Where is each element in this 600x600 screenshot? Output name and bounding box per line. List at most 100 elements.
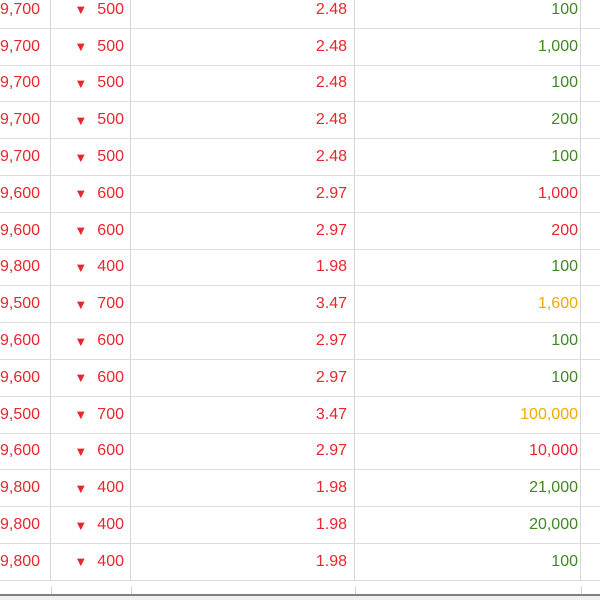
extra-cell (581, 0, 600, 28)
percent-cell: 2.97 (131, 175, 355, 212)
table-row[interactable]: 9,800 ▼ 400 1.98 100 (0, 543, 600, 581)
percent-cell: 2.48 (131, 65, 355, 102)
volume-cell: 100 (355, 0, 581, 28)
change-cell: ▼ 400 (51, 543, 131, 580)
extra-cell (581, 434, 600, 470)
change-cell: ▼ 600 (51, 359, 131, 396)
price-cell: 9,500 (0, 396, 51, 433)
percent-cell: 2.97 (131, 212, 355, 249)
table-row[interactable]: 9,600 ▼ 600 2.97 100 (0, 323, 600, 360)
price-cell: 9,700 (0, 28, 51, 65)
price-cell: 9,700 (0, 102, 51, 139)
price-cell: 9,700 (0, 65, 51, 102)
extra-cell (581, 250, 600, 286)
down-triangle-icon: ▼ (74, 333, 88, 349)
table-row[interactable]: 9,700 ▼ 500 2.48 100 (0, 139, 600, 176)
volume-cell: 21,000 (355, 470, 581, 507)
volume-cell: 100 (355, 249, 581, 286)
change-cell: ▼ 600 (51, 175, 131, 212)
table-row[interactable]: 9,700 ▼ 500 2.48 100 (0, 0, 600, 29)
table-row[interactable]: 9,500 ▼ 700 3.47 1,600 (0, 286, 600, 324)
percent-cell: 2.48 (131, 139, 355, 175)
scroll-boundary-shadow (0, 596, 600, 600)
change-cell: ▼ 700 (51, 396, 131, 433)
extra-cell (581, 360, 600, 396)
change-cell: ▼ 500 (51, 102, 131, 139)
down-triangle-icon: ▼ (74, 112, 88, 128)
volume-cell: 100 (355, 65, 581, 102)
price-cell: 9,500 (0, 286, 51, 323)
percent-cell: 2.97 (131, 359, 355, 396)
change-cell: ▼ 400 (51, 507, 131, 543)
table-row[interactable]: 9,700 ▼ 500 2.48 1,000 (0, 28, 600, 66)
volume-cell: 10,000 (355, 433, 581, 470)
extra-cell (581, 470, 600, 506)
price-cell: 9,600 (0, 433, 51, 470)
change-cell: ▼ 600 (51, 433, 131, 470)
extra-cell (581, 29, 600, 65)
change-cell: ▼ 600 (51, 212, 131, 249)
extra-cell (581, 102, 600, 138)
table-row[interactable]: 9,500 ▼ 700 3.47 100,000 (0, 396, 600, 434)
percent-cell: 2.48 (131, 0, 355, 28)
down-triangle-icon: ▼ (74, 75, 88, 91)
down-triangle-icon: ▼ (74, 39, 88, 55)
table-row[interactable]: 9,600 ▼ 600 2.97 10,000 (0, 433, 600, 471)
price-cell: 9,600 (0, 175, 51, 212)
change-cell: ▼ 500 (51, 0, 131, 28)
table-row[interactable]: 9,800 ▼ 400 1.98 20,000 (0, 507, 600, 544)
price-cell: 9,800 (0, 543, 51, 580)
volume-cell: 100 (355, 323, 581, 359)
table-row[interactable]: 9,600 ▼ 600 2.97 1,000 (0, 175, 600, 213)
percent-cell: 2.97 (131, 323, 355, 359)
table-row[interactable]: 9,800 ▼ 400 1.98 100 (0, 249, 600, 287)
volume-cell: 100 (355, 139, 581, 175)
change-cell: ▼ 500 (51, 139, 131, 175)
down-triangle-icon: ▼ (74, 407, 88, 423)
trade-table: 9,700 ▼ 500 2.48 100 9,700 ▼ 500 2.48 1,… (0, 0, 600, 581)
volume-cell: 20,000 (355, 507, 581, 543)
price-cell: 9,800 (0, 470, 51, 507)
price-cell: 9,600 (0, 212, 51, 249)
volume-cell: 100,000 (355, 396, 581, 433)
change-cell: ▼ 700 (51, 286, 131, 323)
table-row[interactable]: 9,800 ▼ 400 1.98 21,000 (0, 470, 600, 508)
change-cell: ▼ 400 (51, 249, 131, 286)
down-triangle-icon: ▼ (74, 186, 88, 202)
down-triangle-icon: ▼ (74, 480, 88, 496)
down-triangle-icon: ▼ (74, 223, 88, 239)
percent-cell: 2.48 (131, 102, 355, 139)
percent-cell: 1.98 (131, 470, 355, 507)
extra-cell (581, 507, 600, 543)
change-cell: ▼ 400 (51, 470, 131, 507)
volume-cell: 1,000 (355, 28, 581, 65)
extra-cell (581, 544, 600, 580)
table-row[interactable]: 9,600 ▼ 600 2.97 100 (0, 359, 600, 397)
table-row[interactable]: 9,700 ▼ 500 2.48 200 (0, 102, 600, 140)
percent-cell: 1.98 (131, 543, 355, 580)
change-cell: ▼ 500 (51, 65, 131, 102)
percent-cell: 1.98 (131, 249, 355, 286)
volume-cell: 1,000 (355, 175, 581, 212)
table-row[interactable]: 9,700 ▼ 500 2.48 100 (0, 65, 600, 103)
extra-cell (581, 286, 600, 322)
volume-cell: 100 (355, 543, 581, 580)
table-row[interactable]: 9,600 ▼ 600 2.97 200 (0, 212, 600, 250)
price-cell: 9,600 (0, 359, 51, 396)
extra-cell (581, 176, 600, 212)
down-triangle-icon: ▼ (74, 259, 88, 275)
partial-row (0, 582, 600, 594)
volume-cell: 200 (355, 102, 581, 139)
percent-cell: 3.47 (131, 396, 355, 433)
down-triangle-icon: ▼ (74, 296, 88, 312)
volume-cell: 200 (355, 212, 581, 249)
down-triangle-icon: ▼ (74, 149, 88, 165)
down-triangle-icon: ▼ (74, 517, 88, 533)
extra-cell (581, 139, 600, 175)
volume-cell: 100 (355, 359, 581, 396)
percent-cell: 3.47 (131, 286, 355, 323)
extra-cell (581, 397, 600, 433)
extra-cell (581, 66, 600, 102)
price-cell: 9,700 (0, 0, 51, 28)
extra-cell (581, 213, 600, 249)
